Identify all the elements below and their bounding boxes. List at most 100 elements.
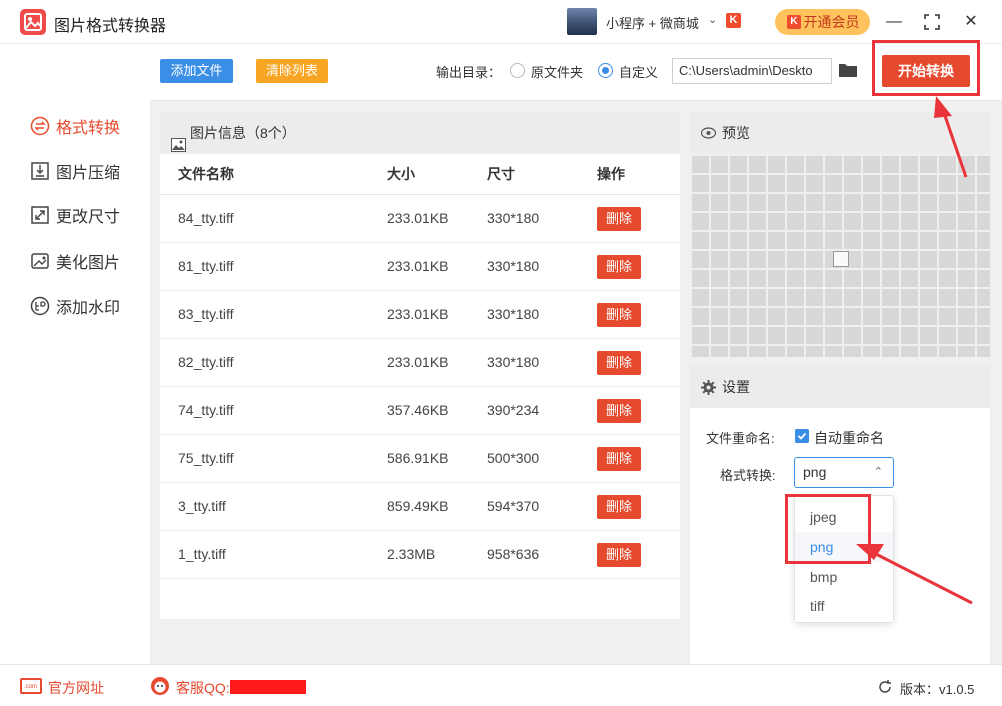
start-convert-button[interactable]: 开始转换 <box>882 55 970 87</box>
file-dimensions-cell: 330*180 <box>487 210 540 226</box>
gear-icon <box>701 380 716 395</box>
service-qq-label[interactable]: 客服QQ: <box>176 678 230 698</box>
radio-original-folder[interactable] <box>510 63 525 78</box>
convert-icon <box>30 116 50 136</box>
file-size-cell: 586.91KB <box>387 450 449 466</box>
file-name-cell: 82_tty.tiff <box>178 354 234 370</box>
delete-button[interactable]: 删除 <box>597 495 641 519</box>
k-logo-icon: K <box>726 13 741 28</box>
option-tiff[interactable]: tiff <box>795 591 893 621</box>
radio-original-label[interactable]: 原文件夹 <box>531 62 583 81</box>
k-logo-icon: K <box>787 15 801 29</box>
image-list-panel: 图片信息（8个） 文件名称 大小 尺寸 操作 84_tty.tiff 233.01… <box>160 112 680 619</box>
radio-custom-label[interactable]: 自定义 <box>619 62 658 81</box>
maximize-icon[interactable] <box>920 10 944 34</box>
file-name-cell: 1_tty.tiff <box>178 546 226 562</box>
auto-rename-checkbox[interactable] <box>795 429 809 443</box>
mini-program-label[interactable]: 小程序 + 微商城 <box>606 13 699 32</box>
file-name-cell: 3_tty.tiff <box>178 498 226 514</box>
output-dir-label: 输出目录： <box>436 65 502 80</box>
file-size-cell: 2.33MB <box>387 546 436 562</box>
auto-rename-label[interactable]: 自动重命名 <box>814 428 884 448</box>
website-link[interactable]: 官方网址 <box>48 678 104 698</box>
image-info-title: 图片信息（8个） <box>190 125 296 141</box>
table-row: 1_tty.tiff 2.33MB 958*636 删除 <box>160 531 680 579</box>
output-path-input[interactable]: C:\Users\admin\Deskto <box>672 58 832 84</box>
chevron-down-icon[interactable]: ⌄ <box>708 13 717 26</box>
redacted-qq-number <box>230 680 306 694</box>
sidebar-item-compress[interactable]: 图片压缩 <box>30 158 120 184</box>
app-title: 图片格式转换器 <box>54 18 167 35</box>
settings-panel: 设置 文件重命名: 自动重命名 格式转换: png ⌃ jpeg png bmp… <box>690 366 990 664</box>
image-info-header: 图片信息（8个） <box>160 112 680 154</box>
delete-button[interactable]: 删除 <box>597 399 641 423</box>
customer-service-icon <box>148 675 172 700</box>
file-size-cell: 859.49KB <box>387 498 449 514</box>
option-bmp[interactable]: bmp <box>795 562 893 592</box>
compress-icon <box>30 161 50 181</box>
close-icon[interactable]: ✕ <box>959 10 983 34</box>
sidebar-item-label: 格式转换 <box>56 120 121 137</box>
table-row: 75_tty.tiff 586.91KB 500*300 删除 <box>160 435 680 483</box>
preview-title: 预览 <box>722 125 750 141</box>
format-label: 格式转换: <box>720 468 776 483</box>
mini-program-thumbnail[interactable] <box>567 8 597 35</box>
table-row: 74_tty.tiff 357.46KB 390*234 删除 <box>160 387 680 435</box>
settings-header: 设置 <box>690 366 990 408</box>
file-size-cell: 233.01KB <box>387 354 449 370</box>
delete-button[interactable]: 删除 <box>597 207 641 231</box>
table-row: 84_tty.tiff 233.01KB 330*180 删除 <box>160 195 680 243</box>
column-header-name: 文件名称 <box>178 166 234 182</box>
format-select[interactable]: png ⌃ <box>794 457 894 488</box>
file-size-cell: 233.01KB <box>387 258 449 274</box>
sidebar-item-beautify[interactable]: 美化图片 <box>30 248 120 274</box>
delete-button[interactable]: 删除 <box>597 303 641 327</box>
file-size-cell: 233.01KB <box>387 306 449 322</box>
refresh-icon[interactable] <box>877 679 893 698</box>
delete-button[interactable]: 删除 <box>597 447 641 471</box>
footer: .com 官方网址 客服QQ: 版本：v1.0.5 <box>0 664 1002 706</box>
file-dimensions-cell: 594*370 <box>487 498 540 514</box>
file-dimensions-cell: 390*234 <box>487 402 540 418</box>
table-row: 81_tty.tiff 233.01KB 330*180 删除 <box>160 243 680 291</box>
clear-list-button[interactable]: 清除列表 <box>256 59 328 83</box>
table-row: 82_tty.tiff 233.01KB 330*180 删除 <box>160 339 680 387</box>
preview-canvas <box>690 154 990 357</box>
watermark-icon <box>30 296 50 316</box>
delete-button[interactable]: 删除 <box>597 255 641 279</box>
file-dimensions-cell: 958*636 <box>487 546 540 562</box>
sidebar-item-resize[interactable]: 更改尺寸 <box>30 202 120 228</box>
sidebar-item-watermark[interactable]: 添加水印 <box>30 293 120 319</box>
add-files-button[interactable]: 添加文件 <box>160 59 233 83</box>
sidebar-item-label: 添加水印 <box>56 300 121 317</box>
column-header-actions: 操作 <box>597 166 625 182</box>
file-dimensions-cell: 330*180 <box>487 354 540 370</box>
delete-button[interactable]: 删除 <box>597 351 641 375</box>
settings-title: 设置 <box>722 379 750 395</box>
file-name-cell: 83_tty.tiff <box>178 306 234 322</box>
folder-icon[interactable] <box>838 62 858 81</box>
file-dimensions-cell: 330*180 <box>487 258 540 274</box>
sidebar-item-label: 美化图片 <box>56 255 121 272</box>
file-name-cell: 74_tty.tiff <box>178 402 234 418</box>
minimize-icon[interactable]: — <box>882 10 906 34</box>
sidebar-item-format-convert[interactable]: 格式转换 <box>30 113 120 139</box>
column-header-size: 大小 <box>387 166 415 182</box>
resize-icon <box>30 205 50 225</box>
title-bar: 图片格式转换器 小程序 + 微商城 ⌄ K K 开通会员 — ✕ <box>0 0 1002 44</box>
radio-custom-folder[interactable] <box>598 63 613 78</box>
sidebar: 格式转换 图片压缩 更改尺寸 美化图片 添加水印 <box>0 44 150 664</box>
vip-button[interactable]: K 开通会员 <box>775 9 870 35</box>
file-size-cell: 357.46KB <box>387 402 449 418</box>
file-name-cell: 75_tty.tiff <box>178 450 234 466</box>
sidebar-item-label: 图片压缩 <box>56 165 121 182</box>
sidebar-item-label: 更改尺寸 <box>56 209 121 226</box>
preview-header: 预览 <box>690 112 990 154</box>
delete-button[interactable]: 删除 <box>597 543 641 567</box>
vip-label: 开通会员 <box>803 14 860 30</box>
file-dimensions-cell: 330*180 <box>487 306 540 322</box>
file-name-cell: 81_tty.tiff <box>178 258 234 274</box>
beautify-icon <box>30 251 50 271</box>
annotation-highlight-box <box>785 494 871 564</box>
column-header-dimensions: 尺寸 <box>487 166 515 182</box>
